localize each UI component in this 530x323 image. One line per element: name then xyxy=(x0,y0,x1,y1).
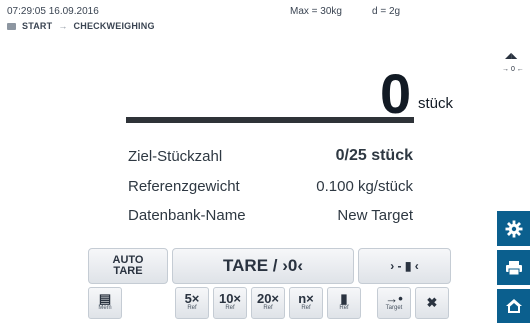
target-label: › - ▮ ‹ xyxy=(390,259,419,273)
auto-tare-button[interactable]: AUTO TARE xyxy=(88,248,168,284)
memory-softkey-label: Mem xyxy=(98,305,112,311)
weight-unit: stück xyxy=(418,95,454,112)
target-softkey[interactable]: →• Target xyxy=(377,287,411,319)
ref-nx-softkey[interactable]: n× Ref xyxy=(289,287,323,319)
datetime: 07:29:05 16.09.2016 xyxy=(7,6,99,17)
target-softkey-label: Target xyxy=(385,305,403,311)
ref-weigh-sub: Ref xyxy=(339,305,349,311)
weight-value: 0 xyxy=(380,62,412,125)
breadcrumb-arrow-icon: → xyxy=(58,21,68,31)
target-button[interactable]: › - ▮ ‹ xyxy=(358,248,451,284)
auto-tare-label-bottom: TARE xyxy=(113,265,143,277)
home-button[interactable] xyxy=(497,289,530,323)
target-count-value: 0/25 stück xyxy=(335,147,413,164)
ref-20x-softkey[interactable]: 20× Ref xyxy=(251,287,285,319)
tare-zero-label: TARE / ›0‹ xyxy=(223,256,303,275)
target-progress-bar xyxy=(126,117,414,123)
reference-weight-value: 0.100 kg/stück xyxy=(316,178,413,195)
ref-nx-label: n× xyxy=(298,291,314,306)
max-capacity: Max = 30kg xyxy=(290,6,342,17)
ref-10x-label: 10× xyxy=(218,291,242,306)
settings-button[interactable] xyxy=(497,211,530,246)
weight-icon: ▮ xyxy=(340,291,348,306)
target-arrow-icon: →• xyxy=(385,291,403,306)
level-indicator-icon: ◢◣ xyxy=(505,51,518,60)
division: d = 2g xyxy=(372,6,401,17)
folder-icon xyxy=(7,22,16,30)
reference-weight-label: Referenzgewicht xyxy=(128,178,240,195)
print-button[interactable] xyxy=(497,250,530,285)
tare-zero-button[interactable]: TARE / ›0‹ xyxy=(172,248,354,284)
ref-20x-sub: Ref xyxy=(263,305,273,311)
target-count-label: Ziel-Stückzahl xyxy=(128,148,223,165)
ref-5x-sub: Ref xyxy=(187,305,197,311)
ref-5x-label: 5× xyxy=(184,291,200,306)
breadcrumb-start[interactable]: START xyxy=(22,21,52,31)
ref-weigh-softkey[interactable]: ▮ Ref xyxy=(327,287,361,319)
zero-indicator: → 0 ← xyxy=(502,66,524,73)
ref-10x-sub: Ref xyxy=(225,305,235,311)
memory-softkey[interactable]: ▤ Mem xyxy=(88,287,122,319)
printer-icon xyxy=(505,260,522,275)
breadcrumb-current: CHECKWEIGHING xyxy=(73,21,155,31)
ref-20x-label: 20× xyxy=(256,291,280,306)
ref-nx-sub: Ref xyxy=(301,305,311,311)
home-icon xyxy=(505,299,522,313)
memory-icon: ▤ xyxy=(98,291,112,306)
gear-icon xyxy=(505,220,522,237)
breadcrumb: START → CHECKWEIGHING xyxy=(7,21,155,31)
trash-icon: ✖ xyxy=(426,295,438,310)
ref-5x-softkey[interactable]: 5× Ref xyxy=(175,287,209,319)
database-name-label: Datenbank-Name xyxy=(128,207,246,224)
delete-softkey[interactable]: ✖ xyxy=(415,287,449,319)
ref-10x-softkey[interactable]: 10× Ref xyxy=(213,287,247,319)
database-name-value: New Target xyxy=(337,207,413,224)
